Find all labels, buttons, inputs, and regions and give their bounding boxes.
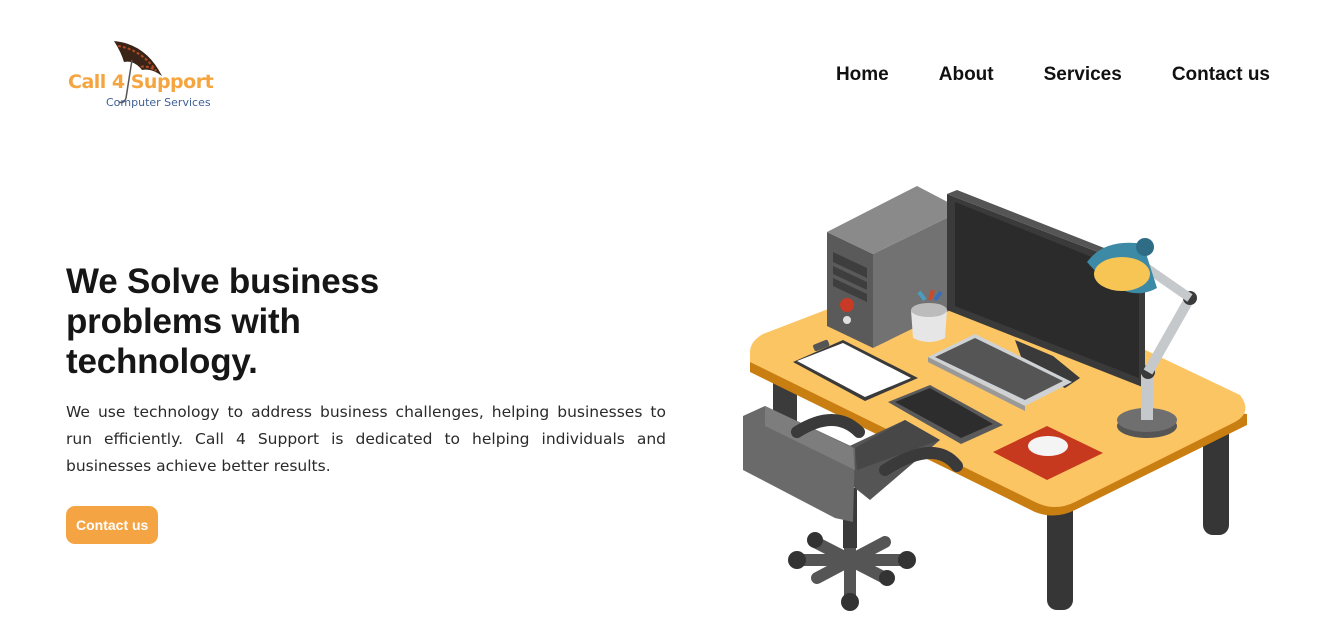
hero-title-line1: We Solve business: [66, 262, 380, 301]
nav-home[interactable]: Home: [836, 64, 889, 86]
hero-title-line2: problems with: [66, 302, 301, 341]
office-chair: [743, 406, 963, 611]
hero-description: We use technology to address business ch…: [66, 403, 666, 475]
logo-name: Call 4 Support: [68, 71, 214, 93]
contact-us-button[interactable]: Contact us: [66, 506, 159, 544]
hero-title: We Solve business problems with technolo…: [66, 262, 426, 382]
main-nav: Home About Services Contact us: [836, 64, 1270, 86]
office-desk-illustration: [743, 186, 1247, 611]
nav-contact[interactable]: Contact us: [1172, 64, 1270, 86]
logo-tagline: Computer Services: [106, 96, 211, 109]
nav-about[interactable]: About: [939, 64, 994, 86]
logo[interactable]: Call 4 Support Computer Services: [66, 38, 216, 113]
hero-title-line3: technology.: [66, 342, 258, 381]
nav-services[interactable]: Services: [1044, 64, 1122, 86]
mouse-icon: [1028, 436, 1068, 456]
